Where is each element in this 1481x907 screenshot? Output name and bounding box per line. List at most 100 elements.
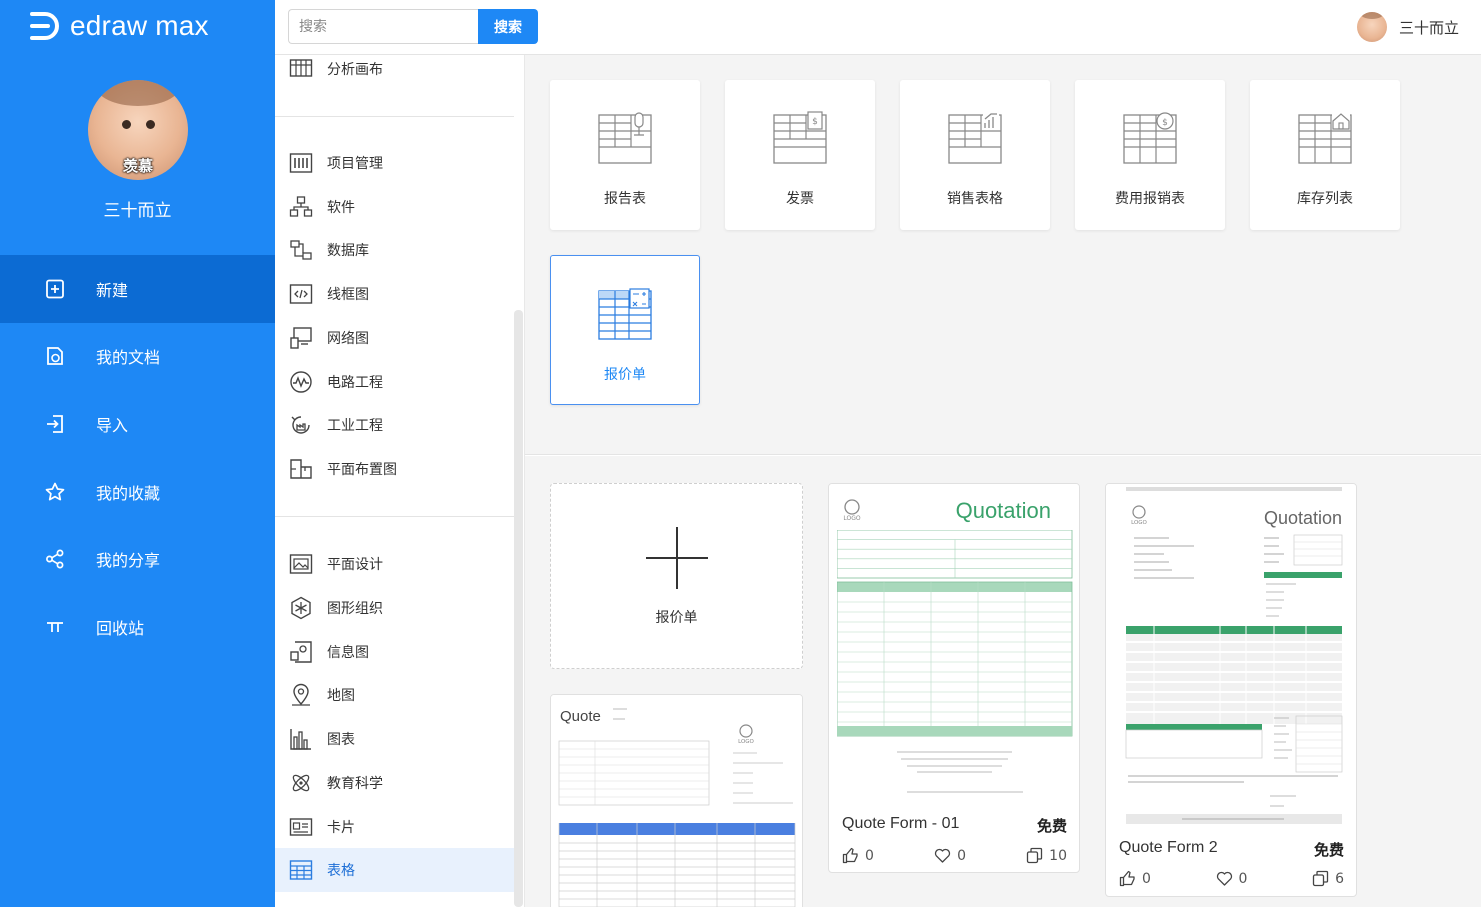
search-button[interactable]: 搜索 xyxy=(478,9,538,44)
category-list: 分析画布 项目管理 软件 数据库 线框图 网络图 电路工程 工业工程 平面布置图… xyxy=(275,55,525,907)
thumb-form-lines xyxy=(558,708,796,907)
infographic-icon xyxy=(290,641,312,663)
network-icon xyxy=(290,327,312,349)
new-card-label: 报价单 xyxy=(655,610,698,626)
category-circuit[interactable]: 电路工程 xyxy=(275,360,514,404)
nav-item-shares[interactable]: 我的分享 xyxy=(0,525,275,593)
svg-text:$: $ xyxy=(1162,118,1168,128)
category-graphic-design[interactable]: 平面设计 xyxy=(275,542,514,586)
nav-item-import[interactable]: 导入 xyxy=(0,390,275,458)
category-card[interactable]: 卡片 xyxy=(275,805,514,849)
template-title: Quote Form - 01 xyxy=(842,815,960,832)
nav-item-recycle[interactable]: 回收站 xyxy=(0,593,275,661)
template-card-quote[interactable]: Quote LOGO xyxy=(550,694,803,907)
svg-text:LOGO: LOGO xyxy=(843,515,861,522)
type-card-invoice[interactable]: $ 发票 xyxy=(725,80,875,230)
category-wireframe[interactable]: 线框图 xyxy=(275,272,514,316)
favorite-stat[interactable]: 0 xyxy=(1216,870,1247,887)
svg-text:$: $ xyxy=(812,117,818,127)
type-card-expense[interactable]: $ 费用报销表 xyxy=(1075,80,1225,230)
map-pin-icon xyxy=(292,683,310,706)
category-software[interactable]: 软件 xyxy=(275,185,514,229)
type-label: 销售表格 xyxy=(947,191,1003,207)
brand-logo[interactable]: edraw max xyxy=(28,8,209,44)
table-icon xyxy=(289,860,313,880)
category-industrial[interactable]: 工业工程 xyxy=(275,403,514,447)
logo-icon: LOGO xyxy=(1131,505,1148,526)
project-icon xyxy=(289,153,313,173)
top-bar: 搜索 三十而立 xyxy=(275,0,1481,55)
left-sidebar: edraw max 羡慕 三十而立 新建 我的文档 导入 我的收藏 我的分享 回… xyxy=(0,0,275,907)
nav-item-documents[interactable]: 我的文档 xyxy=(0,323,275,391)
circuit-icon xyxy=(290,371,312,393)
category-chart[interactable]: 图表 xyxy=(275,717,514,761)
wireframe-icon xyxy=(289,284,313,304)
category-database[interactable]: 数据库 xyxy=(275,228,514,272)
copy-icon xyxy=(1312,870,1329,887)
type-label: 库存列表 xyxy=(1297,191,1353,207)
avatar[interactable]: 羡慕 xyxy=(88,80,188,180)
share-icon xyxy=(46,549,64,569)
copy-icon xyxy=(1027,847,1043,864)
category-scrollbar[interactable] xyxy=(514,310,523,907)
type-card-inventory[interactable]: 库存列表 xyxy=(1250,80,1400,230)
template-gallery: 报价单 LOGO Quotation Quote Form - 01 免费 0 … xyxy=(525,456,1481,907)
brand-name: edraw max xyxy=(70,10,209,41)
star-icon xyxy=(45,482,65,501)
avatar-caption: 羡慕 xyxy=(122,157,153,175)
category-network[interactable]: 网络图 xyxy=(275,316,514,360)
search-input[interactable] xyxy=(288,9,478,44)
type-label: 报告表 xyxy=(604,191,646,207)
nav-item-new[interactable]: 新建 xyxy=(0,255,275,323)
chart-icon xyxy=(290,729,311,750)
category-map[interactable]: 地图 xyxy=(275,673,514,717)
like-stat[interactable]: 0 xyxy=(842,847,874,864)
category-science[interactable]: 教育科学 xyxy=(275,761,514,805)
nav-label: 新建 xyxy=(96,280,129,300)
report-table-icon xyxy=(598,112,652,164)
heart-icon xyxy=(934,848,951,863)
plus-icon xyxy=(645,527,708,589)
nav-label: 我的收藏 xyxy=(96,483,161,503)
copy-stat[interactable]: 6 xyxy=(1312,870,1344,887)
category-analysis-canvas[interactable]: 分析画布 xyxy=(275,55,514,91)
category-project[interactable]: 项目管理 xyxy=(275,141,514,185)
type-card-sales[interactable]: 销售表格 xyxy=(900,80,1050,230)
top-user-menu[interactable]: 三十而立 xyxy=(1356,12,1459,42)
thumbs-up-icon xyxy=(1119,870,1135,887)
type-card-quotation[interactable]: 报价单 xyxy=(550,255,700,405)
database-icon xyxy=(290,240,312,260)
category-graphic-organizer[interactable]: 图形组织 xyxy=(275,586,514,630)
edraw-logo-icon xyxy=(30,12,59,40)
graphic-design-icon xyxy=(289,554,313,574)
nav-item-favorites[interactable]: 我的收藏 xyxy=(0,458,275,526)
template-thumbnail: LOGO Quotation xyxy=(829,484,1079,804)
sales-table-icon xyxy=(948,112,1002,164)
import-icon xyxy=(47,415,63,433)
favorite-stat[interactable]: 0 xyxy=(934,847,966,864)
like-stat[interactable]: 0 xyxy=(1119,870,1151,887)
type-label: 费用报销表 xyxy=(1115,191,1185,207)
recycle-bin-icon xyxy=(47,621,63,632)
nav-label: 导入 xyxy=(96,415,129,435)
template-stats: 0 0 10 xyxy=(842,847,1067,864)
inventory-table-icon xyxy=(1298,111,1352,164)
type-card-report[interactable]: 报告表 xyxy=(550,80,700,230)
category-infographic[interactable]: 信息图 xyxy=(275,630,514,674)
svg-text:LOGO: LOGO xyxy=(1131,520,1147,526)
graphic-organizer-icon xyxy=(291,596,311,620)
nav-label: 我的文档 xyxy=(96,348,161,368)
software-icon xyxy=(289,196,313,217)
type-label: 报价单 xyxy=(604,367,646,383)
category-table[interactable]: 表格 xyxy=(275,848,514,892)
new-blank-template-card[interactable]: 报价单 xyxy=(550,483,803,669)
copy-stat[interactable]: 10 xyxy=(1026,847,1067,864)
thumb-heading: Quotation xyxy=(1263,508,1342,528)
template-card-quote-form-2[interactable]: LOGO Quotation Quote Form 2 免费 0 0 6 xyxy=(1105,483,1357,897)
logo-icon: LOGO xyxy=(843,499,861,522)
template-card-quote-form-01[interactable]: LOGO Quotation Quote Form - 01 免费 0 0 10 xyxy=(828,483,1080,873)
type-label: 发票 xyxy=(786,191,814,207)
avatar xyxy=(1356,12,1387,42)
category-floorplan[interactable]: 平面布置图 xyxy=(275,447,514,491)
template-stats: 0 0 6 xyxy=(1119,870,1344,887)
